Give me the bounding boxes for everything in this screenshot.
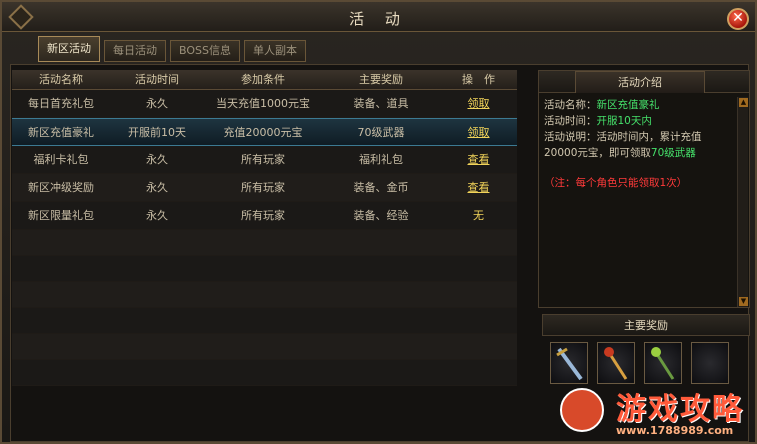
cell-condition: 所有玩家 [241,181,285,194]
cell-reward: 70级武器 [357,126,405,139]
reward-title: 主要奖励 [542,314,750,336]
intro-time-label: 活动时间： [544,115,597,127]
watermark: 游戏攻略 www.1788989.com [554,382,757,444]
tab-boss-info[interactable]: BOSS信息 [170,40,240,62]
reward-slot-empty[interactable] [691,342,729,384]
header-name: 活动名称 [39,73,83,86]
watermark-logo-icon [560,388,604,432]
cell-condition: 当天充值1000元宝 [216,97,310,110]
tab-solo-dungeon[interactable]: 单人副本 [243,40,306,62]
intro-note: （注：每个角色只能领取1次） [544,177,688,189]
cell-condition: 所有玩家 [241,153,285,166]
cell-time: 开服前10天 [128,126,186,139]
table-row[interactable]: 新区冲级奖励 永久 所有玩家 装备、金币 查看 [12,174,517,202]
empty-row [12,334,517,360]
cell-time: 永久 [146,97,168,110]
intro-name-label: 活动名称： [544,99,597,111]
cell-reward: 装备、金币 [353,181,409,194]
table-row[interactable]: 每日首充礼包 永久 当天充值1000元宝 装备、道具 领取 [12,90,517,118]
cell-name: 福利卡礼包 [33,153,89,166]
intro-scrollbar[interactable]: ▲ ▼ [737,97,748,307]
cell-name: 新区限量礼包 [28,209,94,222]
table-row-selected[interactable]: 新区充值豪礼 开服前10天 充值20000元宝 70级武器 领取 [12,118,517,146]
reward-slot[interactable] [550,342,588,384]
wand-icon [651,347,675,380]
reward-slots [550,342,729,384]
cell-time: 永久 [146,153,168,166]
activity-table: 活动名称 活动时间 参加条件 主要奖励 操 作 每日首充礼包 永久 当天充值10… [12,70,517,386]
cell-name: 每日首充礼包 [28,97,94,110]
cell-time: 永久 [146,181,168,194]
intro-desc-label: 活动说明： [544,131,597,143]
header-reward: 主要奖励 [359,73,403,86]
claim-link[interactable]: 领取 [468,126,490,139]
scroll-down-icon[interactable]: ▼ [739,297,748,306]
intro-desc-highlight: 70级武器 [650,147,696,159]
cell-time: 永久 [146,209,168,222]
sword-icon [556,347,583,381]
title-bar: 活 动 ✕ [2,2,755,32]
intro-desc-text-2: 20000元宝，即可领取 [544,147,651,159]
view-link[interactable]: 查看 [468,181,490,194]
tab-new-server-events[interactable]: 新区活动 [38,36,100,62]
header-time: 活动时间 [135,73,179,86]
reward-slot[interactable] [597,342,635,384]
table-row[interactable]: 福利卡礼包 永久 所有玩家 福利礼包 查看 [12,146,517,174]
cell-reward: 装备、经验 [353,209,409,222]
table-row[interactable]: 新区限量礼包 永久 所有玩家 装备、经验 无 [12,202,517,230]
empty-row [12,308,517,334]
cell-condition: 充值20000元宝 [223,126,303,139]
claim-link[interactable]: 领取 [468,97,490,110]
intro-desc-text-1: 活动时间内，累计充值 [596,131,702,143]
cell-name: 新区冲级奖励 [28,181,94,194]
intro-title: 活动介绍 [575,71,705,93]
header-condition: 参加条件 [241,73,285,86]
cell-condition: 所有玩家 [241,209,285,222]
empty-row [12,282,517,308]
cell-reward: 福利礼包 [359,153,403,166]
watermark-url: www.1788989.com [616,424,734,437]
empty-row [12,256,517,282]
staff-icon [604,347,628,380]
cell-reward: 装备、道具 [353,97,409,110]
tab-bar: 新区活动 每日活动 BOSS信息 单人副本 [38,36,306,64]
intro-panel: 活动介绍 活动名称：新区充值豪礼 活动时间：开服10天内 活动说明：活动时间内，… [538,70,750,308]
activity-window: 活 动 ✕ 新区活动 每日活动 BOSS信息 单人副本 活动名称 活动时间 参加… [0,0,757,444]
close-button[interactable]: ✕ [727,8,749,30]
cell-name: 新区充值豪礼 [28,126,94,139]
intro-name-value: 新区充值豪礼 [596,99,660,111]
reward-slot[interactable] [644,342,682,384]
empty-row [12,230,517,256]
empty-row [12,360,517,386]
intro-body: 活动名称：新区充值豪礼 活动时间：开服10天内 活动说明：活动时间内，累计充值 … [539,93,749,191]
window-title: 活 动 [349,10,408,28]
intro-time-value: 开服10天内 [596,115,652,127]
no-action-label: 无 [473,209,484,222]
watermark-text: 游戏攻略 [616,392,744,427]
scroll-up-icon[interactable]: ▲ [739,98,748,107]
tab-daily-events[interactable]: 每日活动 [104,40,166,62]
table-header: 活动名称 活动时间 参加条件 主要奖励 操 作 [12,70,517,90]
header-action: 操 作 [462,73,495,86]
view-link[interactable]: 查看 [468,153,490,166]
